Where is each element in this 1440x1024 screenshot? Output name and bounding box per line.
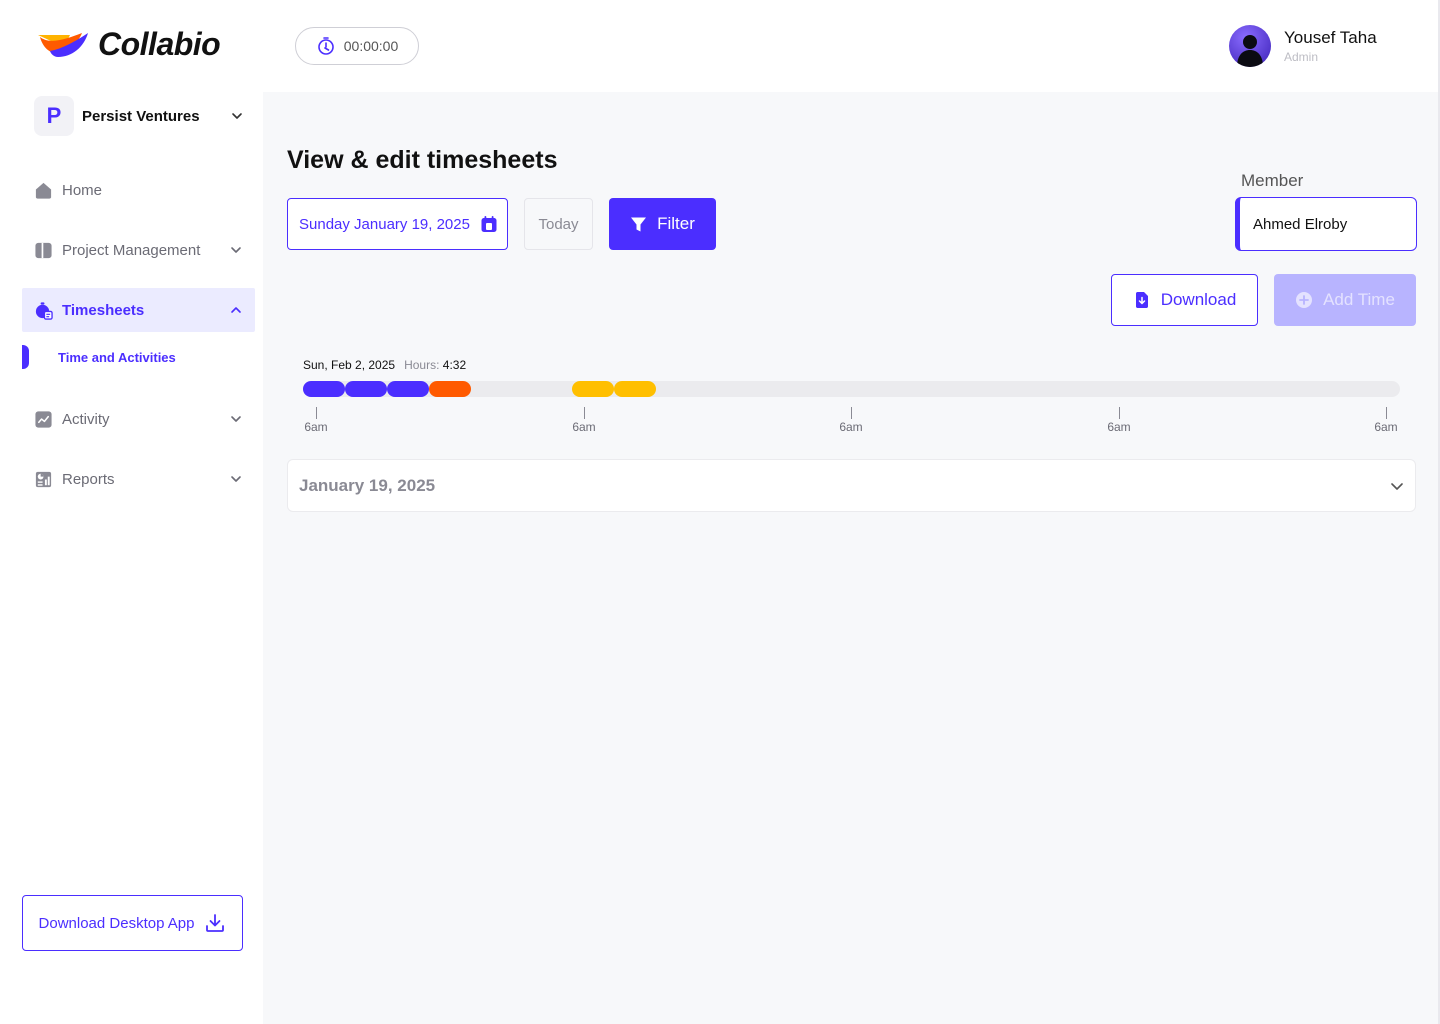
org-name: Persist Ventures xyxy=(82,107,200,125)
user-silhouette-icon xyxy=(1237,35,1263,67)
timeline-segment[interactable] xyxy=(303,381,345,397)
main-content: View & edit timesheets Sunday January 19… xyxy=(263,92,1438,1024)
user-profile[interactable]: Yousef Taha Admin xyxy=(1229,25,1377,67)
add-time-button[interactable]: Add Time xyxy=(1274,274,1416,326)
sidebar-item-label: Timesheets xyxy=(62,301,145,319)
sidebar-item-home[interactable]: Home xyxy=(22,168,255,212)
timeline-tick-label: 6am xyxy=(839,420,863,434)
filter-icon xyxy=(631,217,647,231)
timeline-tick: 6am xyxy=(1371,407,1401,434)
download-desktop-app-label: Download Desktop App xyxy=(38,914,195,932)
download-file-icon xyxy=(1135,292,1148,308)
chevron-up-icon xyxy=(231,307,241,313)
timeline-hours-label: Hours: xyxy=(404,358,440,372)
timeline-tick-label: 6am xyxy=(1374,420,1398,434)
timeline-tick-label: 6am xyxy=(304,420,328,434)
sidebar-item-label: Project Management xyxy=(62,241,201,259)
logo-mark-icon xyxy=(38,32,88,57)
download-icon xyxy=(206,914,225,932)
stopwatch-icon xyxy=(317,37,334,55)
timeline-tick: 6am xyxy=(569,407,599,434)
chevron-down-icon xyxy=(1391,482,1403,490)
sidebar-item-label: Reports xyxy=(62,470,115,488)
sidebar-item-reports[interactable]: Reports xyxy=(22,457,255,501)
avatar[interactable] xyxy=(1229,25,1271,67)
reports-icon xyxy=(35,471,52,487)
timeline-hours-value: 4:32 xyxy=(442,358,467,372)
top-header: Collabio 00:00:00 Yousef Taha Admin xyxy=(0,0,1440,92)
timeline-tick: 6am xyxy=(836,407,866,434)
download-desktop-app-button[interactable]: Download Desktop App xyxy=(22,895,243,951)
activity-icon xyxy=(35,410,52,428)
sidebar-subitem-label: Time and Activities xyxy=(58,349,176,365)
app-name: Collabio xyxy=(98,26,221,62)
timeline-track[interactable] xyxy=(303,381,1400,397)
user-role: Admin xyxy=(1284,50,1319,64)
org-badge: P xyxy=(34,96,74,136)
sidebar-item-activity[interactable]: Activity xyxy=(22,397,255,441)
sidebar-subitem-time-and-activities[interactable]: Time and Activities xyxy=(22,344,255,370)
user-name: Yousef Taha xyxy=(1284,28,1377,47)
accordion-date-label: January 19, 2025 xyxy=(299,475,436,495)
timeline-tick: 6am xyxy=(301,407,331,434)
add-time-label: Add Time xyxy=(1323,290,1395,309)
timesheet-icon xyxy=(35,301,53,320)
sidebar-item-project-management[interactable]: Project Management xyxy=(22,228,255,272)
sidebar-item-label: Home xyxy=(62,181,103,199)
timeline-tick-label: 6am xyxy=(1107,420,1131,434)
download-label: Download xyxy=(1160,290,1237,309)
sidebar-item-timesheets[interactable]: Timesheets xyxy=(22,288,255,332)
sidebar-item-label: Activity xyxy=(62,410,110,428)
selected-date: Sunday January 19, 2025 xyxy=(299,215,470,233)
download-button[interactable]: Download xyxy=(1111,274,1258,326)
app-logo[interactable]: Collabio xyxy=(36,26,221,63)
timeline-tick: 6am xyxy=(1104,407,1134,434)
member-label: Member xyxy=(1241,171,1304,190)
time-tracker[interactable]: 00:00:00 xyxy=(295,27,419,65)
timeline-axis: 6am 6am 6am 6am 6am xyxy=(303,407,1400,437)
timeline-header: Sun, Feb 2, 2025 Hours: 4:32 xyxy=(303,358,466,372)
date-accordion[interactable]: January 19, 2025 xyxy=(287,459,1416,512)
chevron-down-icon xyxy=(231,247,241,253)
filter-button[interactable]: Filter xyxy=(609,198,716,250)
chevron-down-icon xyxy=(231,416,241,422)
active-indicator xyxy=(22,345,29,369)
chevron-down-icon xyxy=(231,476,241,482)
add-circle-icon xyxy=(1296,292,1313,308)
timeline-segment[interactable] xyxy=(387,381,429,397)
chevron-down-icon xyxy=(232,113,242,119)
org-switcher[interactable]: P Persist Ventures xyxy=(34,96,244,136)
page-title: View & edit timesheets xyxy=(287,146,558,174)
timeline-segment[interactable] xyxy=(345,381,387,397)
timeline-segment[interactable] xyxy=(429,381,471,397)
timeline-segment[interactable] xyxy=(614,381,656,397)
today-button[interactable]: Today xyxy=(524,198,593,250)
home-icon xyxy=(35,182,52,199)
timer-value: 00:00:00 xyxy=(343,38,399,54)
timeline-tick-label: 6am xyxy=(572,420,596,434)
timeline-segment[interactable] xyxy=(572,381,614,397)
project-icon xyxy=(35,242,52,258)
filter-label: Filter xyxy=(657,214,695,233)
sidebar: P Persist Ventures Home Project Manageme… xyxy=(0,92,263,1024)
calendar-icon xyxy=(481,216,497,232)
date-picker[interactable]: Sunday January 19, 2025 xyxy=(287,198,508,250)
timeline-date: Sun, Feb 2, 2025 xyxy=(303,358,396,372)
member-select[interactable]: Ahmed Elroby xyxy=(1235,197,1417,251)
